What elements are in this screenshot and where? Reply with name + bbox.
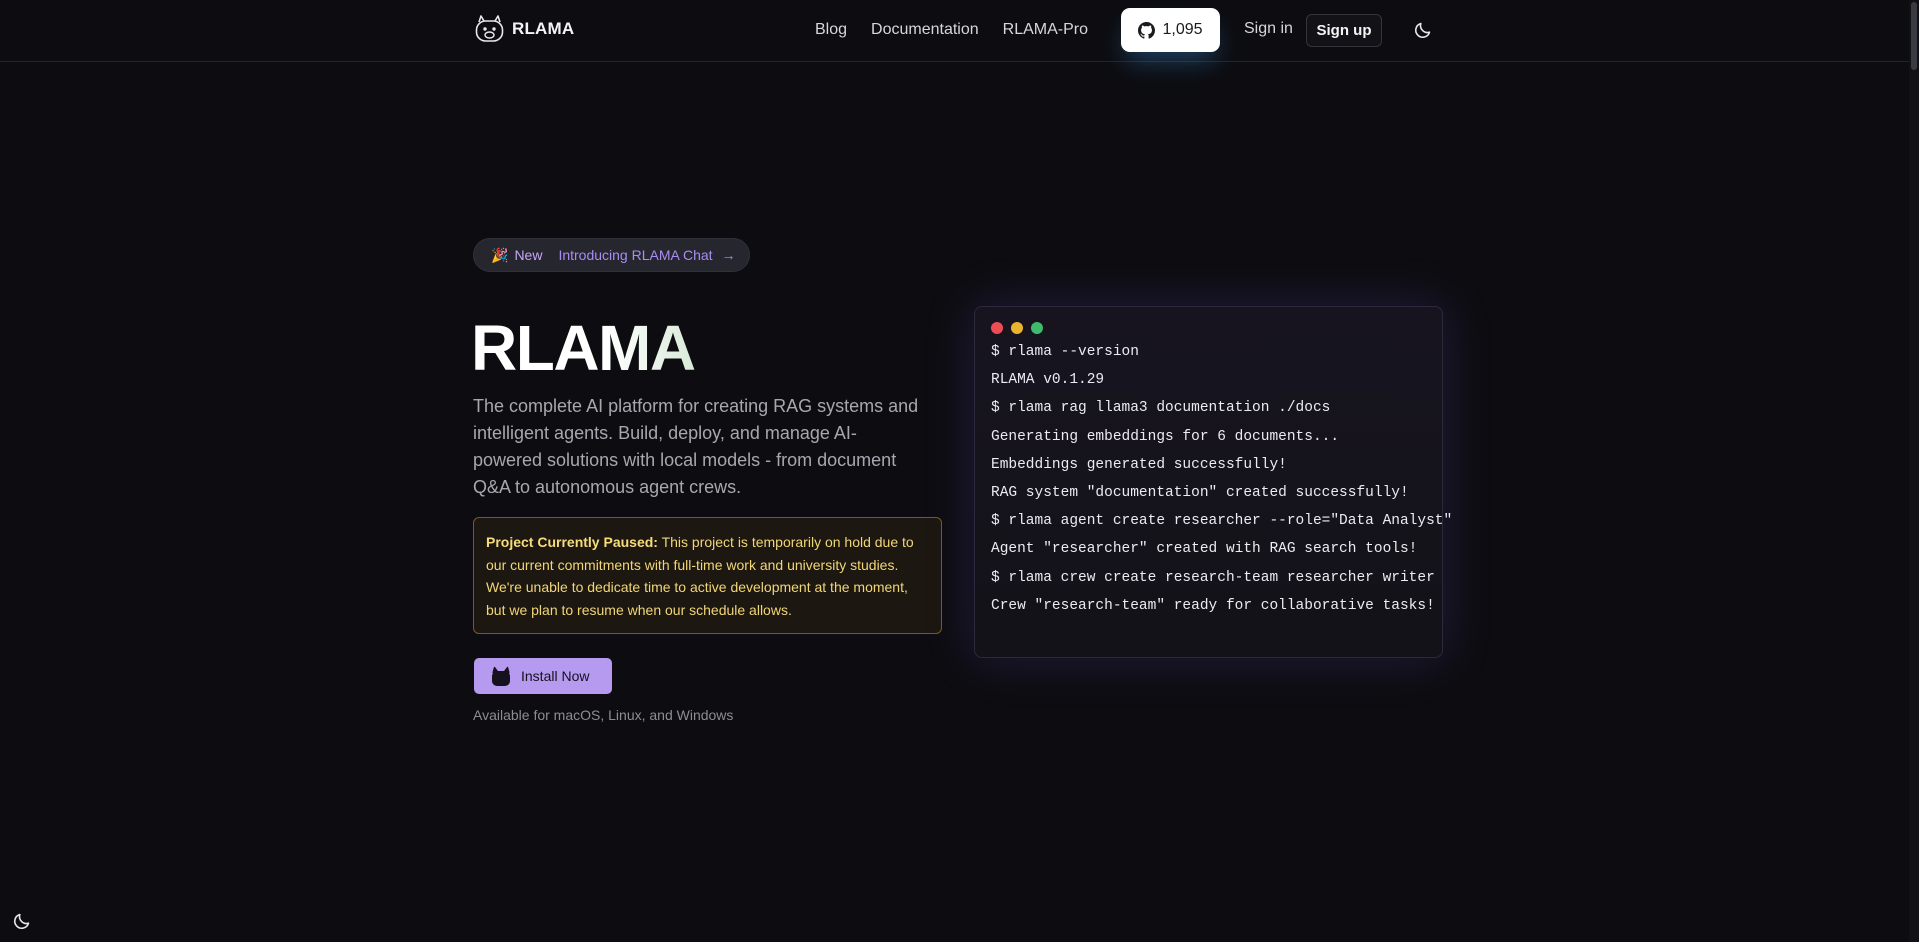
- logo-text: RLAMA: [512, 18, 575, 38]
- minimize-dot-icon: [1011, 322, 1023, 334]
- sign-in-link[interactable]: Sign in: [1244, 20, 1293, 38]
- moon-icon[interactable]: [12, 911, 32, 931]
- maximize-dot-icon: [1031, 322, 1043, 334]
- terminal-line: RAG system "documentation" created succe…: [991, 484, 1409, 501]
- github-icon: [1138, 21, 1156, 39]
- notice-title: Project Currently Paused:: [486, 534, 658, 550]
- terminal-line: Generating embeddings for 6 documents...: [991, 428, 1340, 445]
- scrollbar-thumb[interactable]: [1911, 2, 1917, 70]
- github-star-count: 1,095: [1162, 21, 1203, 38]
- nav-blog[interactable]: Blog: [815, 21, 847, 39]
- install-now-button[interactable]: Install Now: [474, 658, 612, 694]
- terminal-line: $ rlama rag llama3 documentation ./docs: [991, 400, 1331, 417]
- terminal-line: Embeddings generated successfully!: [991, 456, 1287, 473]
- hero-title: RLAMA: [471, 312, 696, 384]
- install-now-label: Install Now: [521, 668, 590, 684]
- logo-link[interactable]: RLAMA: [473, 13, 574, 44]
- main-nav: Blog Documentation RLAMA-Pro: [815, 0, 1112, 60]
- terminal-line: $ rlama --version: [991, 344, 1139, 360]
- announcement-pill[interactable]: 🎉 New Introducing RLAMA Chat →: [473, 238, 750, 272]
- arrow-right-icon: →: [721, 247, 736, 263]
- terminal-line: Crew "research-team" ready for collabora…: [991, 597, 1435, 614]
- project-paused-notice: Project Currently Paused: This project i…: [473, 517, 942, 634]
- llama-install-icon: [492, 666, 510, 686]
- terminal-window: $ rlama --version RLAMA v0.1.29 $ rlama …: [974, 306, 1453, 658]
- moon-icon[interactable]: [1413, 20, 1433, 40]
- github-stars-button[interactable]: 1,095: [1121, 8, 1220, 52]
- party-popper-icon: 🎉: [491, 246, 509, 263]
- terminal-line: $ rlama agent create researcher --role="…: [991, 513, 1453, 530]
- nav-documentation[interactable]: Documentation: [871, 21, 979, 39]
- announcement-badge: New: [514, 247, 543, 263]
- nav-rlama-pro[interactable]: RLAMA-Pro: [1003, 21, 1088, 39]
- terminal-line: Agent "researcher" created with RAG sear…: [991, 541, 1418, 558]
- sign-up-button[interactable]: Sign up: [1306, 14, 1382, 47]
- terminal-line: RLAMA v0.1.29: [991, 372, 1105, 389]
- page-scrollbar[interactable]: [1909, 0, 1919, 942]
- window-controls: [991, 322, 1426, 334]
- announcement-text: Introducing RLAMA Chat: [558, 247, 713, 263]
- platform-availability: Available for macOS, Linux, and Windows: [473, 707, 734, 723]
- llama-logo-icon: [475, 15, 504, 42]
- close-dot-icon: [991, 322, 1003, 334]
- site-header: RLAMA Blog Documentation RLAMA-Pro 1,095…: [0, 0, 1919, 62]
- hero-description: The complete AI platform for creating RA…: [473, 396, 919, 497]
- terminal-line: $ rlama crew create research-team resear…: [991, 569, 1435, 586]
